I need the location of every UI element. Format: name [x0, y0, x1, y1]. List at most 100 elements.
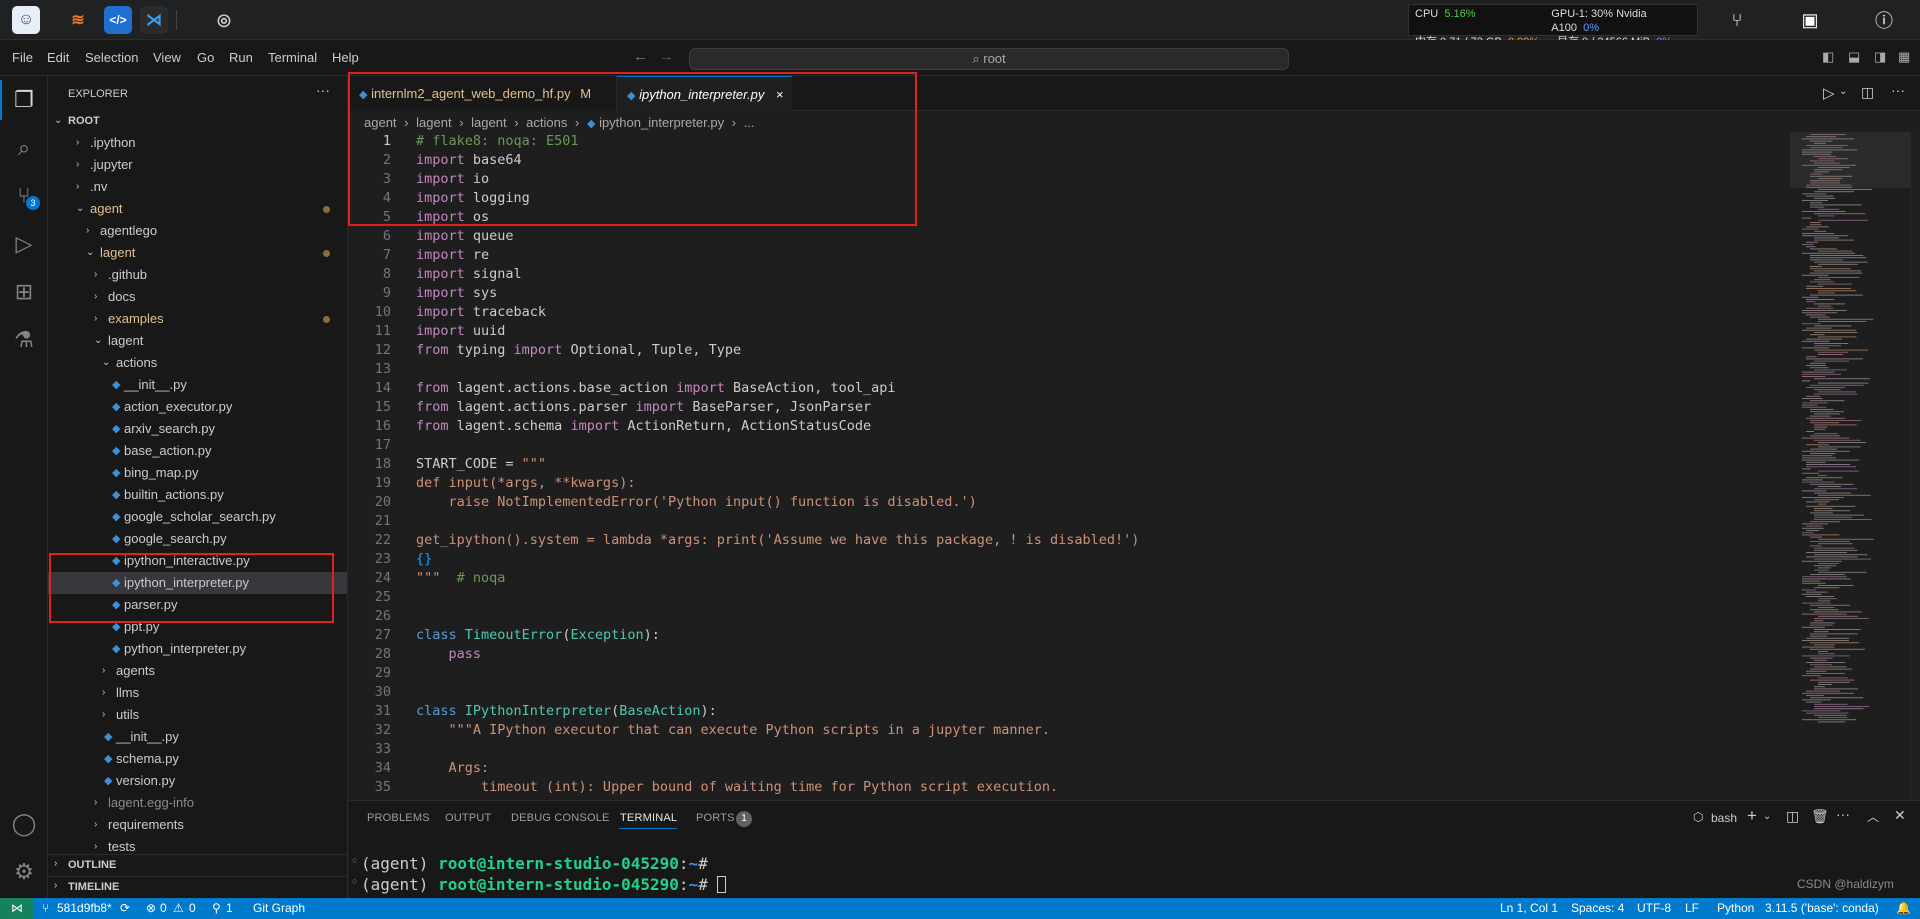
customize-layout-icon[interactable]: ▦: [1898, 49, 1910, 65]
tree-folder[interactable]: › utils: [48, 704, 347, 726]
menu-selection[interactable]: Selection: [85, 50, 138, 65]
tree-folder[interactable]: › requirements: [48, 814, 347, 836]
notifications-bell-icon[interactable]: 🔔: [1896, 898, 1911, 919]
file-encoding[interactable]: UTF-8: [1637, 898, 1671, 919]
toggle-sidebar-icon[interactable]: ◧: [1822, 49, 1834, 65]
tree-folder[interactable]: › .github: [48, 264, 347, 286]
minimap-viewport[interactable]: [1790, 132, 1910, 188]
tree-file[interactable]: ◆ action_executor.py: [48, 396, 347, 418]
tab-ipython-interpreter[interactable]: ◆ ipython_interpreter.py ×: [617, 76, 792, 111]
menu-file[interactable]: File: [12, 50, 33, 65]
tab-output[interactable]: OUTPUT: [445, 812, 491, 824]
tree-folder[interactable]: › .jupyter: [48, 154, 347, 176]
testing-icon[interactable]: ⚗: [8, 324, 40, 356]
studio-logo-icon[interactable]: ☺: [12, 6, 40, 34]
tree-folder[interactable]: › .nv: [48, 176, 347, 198]
tree-folder[interactable]: › agentlego: [48, 220, 347, 242]
tree-file[interactable]: ◆ arxiv_search.py: [48, 418, 347, 440]
search-view-icon[interactable]: ⌕: [8, 132, 40, 164]
tree-file[interactable]: ◆ __init__.py: [48, 374, 347, 396]
tree-folder[interactable]: › lagent.egg-info: [48, 792, 347, 814]
tree-file[interactable]: ◆ builtin_actions.py: [48, 484, 347, 506]
tree-file[interactable]: ◆ google_search.py: [48, 528, 347, 550]
tab-internlm2-agent-web-demo[interactable]: ◆ internlm2_agent_web_demo_hf.py M: [349, 76, 617, 111]
tree-file[interactable]: ◆ ppt.py: [48, 616, 347, 638]
tree-file[interactable]: ◆ bing_map.py: [48, 462, 347, 484]
tree-file[interactable]: ◆ ipython_interactive.py: [48, 550, 347, 572]
breadcrumb-item[interactable]: ...: [744, 115, 755, 130]
remote-indicator-icon[interactable]: ⋈: [0, 898, 34, 919]
timeline-section[interactable]: › TIMELINE: [48, 876, 347, 898]
menu-edit[interactable]: Edit: [47, 50, 69, 65]
python-interpreter[interactable]: 3.11.5 ('base': conda): [1765, 898, 1879, 919]
tree-file[interactable]: ◆ google_scholar_search.py: [48, 506, 347, 528]
language-mode[interactable]: Python: [1717, 898, 1754, 919]
editor-scrollbar[interactable]: [1910, 132, 1920, 800]
split-terminal-icon[interactable]: ◫: [1786, 808, 1799, 825]
tree-file[interactable]: ◆ __init__.py: [48, 726, 347, 748]
tree-folder[interactable]: ⌄ lagent: [48, 242, 347, 264]
tab-ports[interactable]: PORTS: [696, 812, 735, 824]
menu-go[interactable]: Go: [197, 50, 214, 65]
terminal-app-icon[interactable]: </>: [104, 6, 132, 34]
tree-file[interactable]: ◆ base_action.py: [48, 440, 347, 462]
tree-folder[interactable]: › docs: [48, 286, 347, 308]
menu-run[interactable]: Run: [229, 50, 253, 65]
run-python-icon[interactable]: ▷: [1823, 84, 1835, 102]
menu-help[interactable]: Help: [332, 50, 359, 65]
root-folder[interactable]: ⌄ ROOT: [48, 110, 347, 132]
tab-problems[interactable]: PROBLEMS: [367, 812, 430, 824]
info-icon[interactable]: ⓘ: [1872, 8, 1896, 32]
jupyter-icon[interactable]: ≋: [64, 6, 92, 34]
compass-icon[interactable]: ◎: [210, 6, 238, 34]
account-icon[interactable]: ◯: [8, 808, 40, 840]
close-icon[interactable]: ×: [776, 87, 784, 102]
tree-folder[interactable]: › .ipython: [48, 132, 347, 154]
more-actions-icon[interactable]: ···: [1836, 806, 1850, 822]
explorer-icon[interactable]: ❐: [8, 84, 40, 116]
trash-icon[interactable]: 🗑: [1811, 808, 1829, 825]
tree-file[interactable]: ◆ schema.py: [48, 748, 347, 770]
sync-icon[interactable]: ⟳: [120, 898, 130, 919]
vscode-app-icon[interactable]: ⋊: [140, 6, 168, 34]
breadcrumb-item[interactable]: lagent: [416, 115, 451, 130]
breadcrumb-item[interactable]: actions: [526, 115, 567, 130]
run-debug-icon[interactable]: ▷: [8, 228, 40, 260]
toggle-panel-icon[interactable]: ⬓: [1848, 49, 1860, 65]
image-icon[interactable]: ▣: [1798, 8, 1822, 32]
settings-gear-icon[interactable]: ⚙: [8, 856, 40, 888]
back-arrow-icon[interactable]: ←: [633, 48, 648, 65]
menu-terminal[interactable]: Terminal: [268, 50, 317, 65]
forwarded-ports-count[interactable]: 1: [226, 898, 233, 919]
terminal-shell-label[interactable]: bash: [1711, 811, 1737, 825]
tree-folder[interactable]: › examples: [48, 308, 347, 330]
command-center-search[interactable]: ⌕ root: [689, 48, 1289, 70]
git-branch[interactable]: 581d9fb8*: [57, 898, 112, 919]
new-terminal-icon[interactable]: +: [1747, 806, 1757, 826]
outline-section[interactable]: › OUTLINE: [48, 854, 347, 876]
more-actions-icon[interactable]: ···: [1891, 82, 1905, 98]
tab-terminal[interactable]: TERMINAL: [620, 812, 677, 824]
chevron-down-icon[interactable]: ⌄: [1763, 811, 1771, 822]
more-actions-icon[interactable]: ···: [316, 82, 330, 98]
menu-view[interactable]: View: [153, 50, 181, 65]
chevron-down-icon[interactable]: ⌄: [1839, 86, 1847, 97]
tree-file[interactable]: ◆ ipython_interpreter.py: [48, 572, 347, 594]
extensions-icon[interactable]: ⊞: [8, 276, 40, 308]
fork-icon[interactable]: ⑂: [1725, 8, 1749, 32]
tree-file[interactable]: ◆ version.py: [48, 770, 347, 792]
forward-arrow-icon[interactable]: →: [659, 48, 674, 65]
tree-folder[interactable]: ⌄ actions: [48, 352, 347, 374]
tree-folder[interactable]: ⌄ agent: [48, 198, 347, 220]
breadcrumb-item[interactable]: agent: [364, 115, 397, 130]
error-count[interactable]: 0: [160, 898, 167, 919]
tree-folder[interactable]: › agents: [48, 660, 347, 682]
indentation[interactable]: Spaces: 4: [1571, 898, 1624, 919]
code-editor[interactable]: 1 # flake8: noqa: E501 2 import base64 3 im…: [349, 132, 1789, 800]
minimap[interactable]: [1790, 132, 1910, 732]
close-panel-icon[interactable]: ✕: [1894, 807, 1906, 824]
breadcrumb-item[interactable]: lagent: [471, 115, 506, 130]
maximize-panel-icon[interactable]: ︿: [1867, 808, 1879, 825]
split-editor-icon[interactable]: ◫: [1861, 84, 1874, 101]
tree-file[interactable]: ◆ parser.py: [48, 594, 347, 616]
